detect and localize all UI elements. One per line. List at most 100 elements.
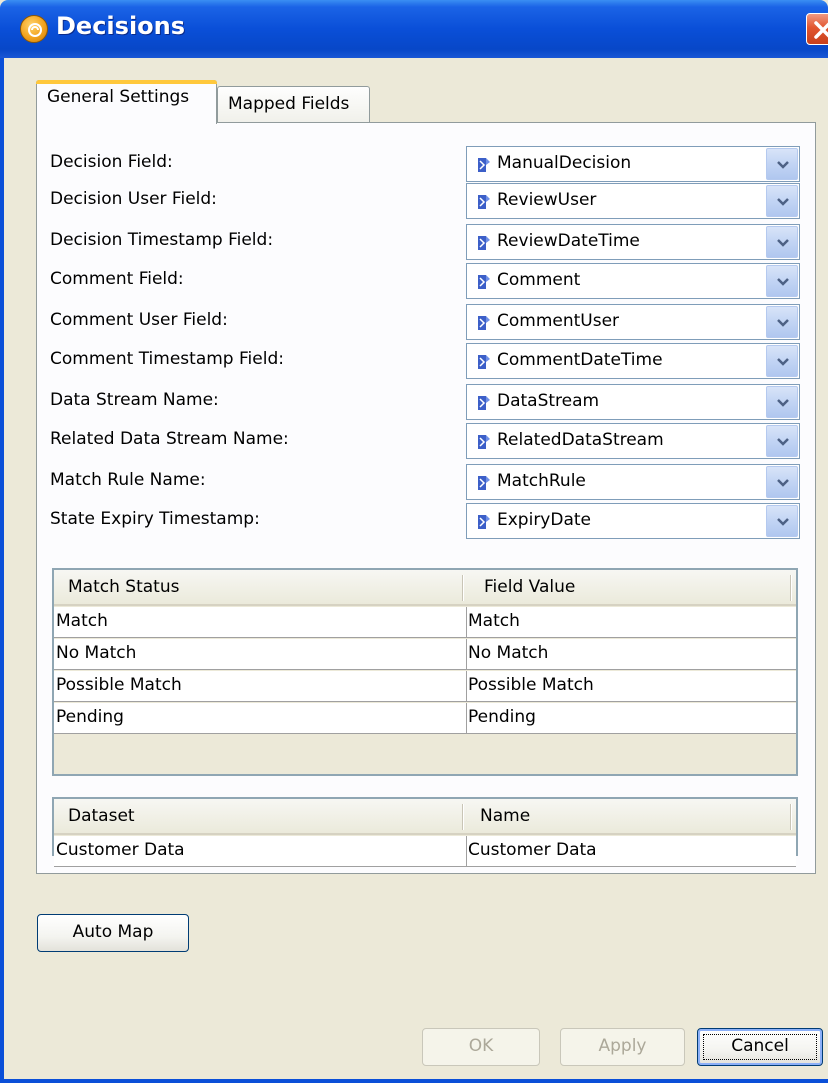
dropdown-button[interactable] <box>766 386 798 418</box>
table-cell[interactable]: No Match <box>468 643 548 663</box>
field-label: State Expiry Timestamp: <box>50 509 260 529</box>
field-icon <box>478 275 490 289</box>
column-header-match-status[interactable]: Match Status <box>68 577 179 597</box>
apply-button[interactable]: Apply <box>560 1028 685 1066</box>
dropdown-button[interactable] <box>766 148 798 180</box>
table-cell[interactable]: Possible Match <box>56 675 182 695</box>
table-row[interactable]: Possible Match Possible Match <box>54 671 796 702</box>
field-select[interactable]: ManualDecision <box>466 146 800 182</box>
field-select-value: RelatedDataStream <box>497 430 664 450</box>
field-row: Match Rule Name: MatchRule <box>50 464 800 500</box>
chevron-down-icon <box>777 518 789 526</box>
table-cell[interactable]: No Match <box>56 643 136 663</box>
close-icon <box>814 21 828 39</box>
dropdown-button[interactable] <box>766 226 798 258</box>
column-divider[interactable] <box>462 575 464 601</box>
table-row[interactable]: Customer Data Customer Data <box>54 836 796 867</box>
field-select-value: MatchRule <box>497 471 586 491</box>
table-cell[interactable]: Pending <box>56 707 124 727</box>
chevron-down-icon <box>777 358 789 366</box>
table-cell[interactable]: Match <box>56 611 108 631</box>
field-select[interactable]: ReviewDateTime <box>466 224 800 260</box>
field-label: Data Stream Name: <box>50 390 219 410</box>
field-icon <box>478 515 490 529</box>
chevron-down-icon <box>777 479 789 487</box>
column-divider[interactable] <box>462 804 464 830</box>
field-row: State Expiry Timestamp: ExpiryDate <box>50 503 800 539</box>
table-row[interactable]: Pending Pending <box>54 703 796 734</box>
grid-header: Match Status Field Value <box>54 570 796 606</box>
cell-divider <box>466 671 467 702</box>
cancel-button[interactable]: Cancel <box>697 1028 823 1066</box>
cell-divider <box>466 703 467 734</box>
window-frame-bottom <box>0 1079 828 1083</box>
table-cell[interactable]: Possible Match <box>468 675 594 695</box>
field-row: Decision Timestamp Field: ReviewDateTime <box>50 224 800 260</box>
table-row[interactable]: No Match No Match <box>54 639 796 670</box>
field-row: Comment Timestamp Field: CommentDateTime <box>50 343 800 379</box>
field-select-value: Comment <box>497 270 581 290</box>
match-status-grid[interactable]: Match Status Field Value Match Match No Ma… <box>52 568 798 776</box>
window-title: Decisions <box>56 12 186 40</box>
field-select[interactable]: Comment <box>466 263 800 299</box>
table-cell[interactable]: Pending <box>468 707 536 727</box>
title-bar[interactable]: Decisions <box>0 0 828 58</box>
field-select-value: DataStream <box>497 391 600 411</box>
app-logo-icon <box>20 15 48 43</box>
field-select[interactable]: CommentDateTime <box>466 343 800 379</box>
field-row: Data Stream Name: DataStream <box>50 384 800 420</box>
table-cell[interactable]: Customer Data <box>56 840 185 860</box>
table-row[interactable]: Match Match <box>54 607 796 638</box>
dataset-grid[interactable]: Dataset Name Customer Data Customer Data <box>52 797 798 867</box>
field-row: Related Data Stream Name: RelatedDataStre… <box>50 423 800 459</box>
dropdown-button[interactable] <box>766 466 798 498</box>
dropdown-button[interactable] <box>766 306 798 338</box>
column-divider[interactable] <box>790 804 792 830</box>
column-header-dataset[interactable]: Dataset <box>68 806 135 826</box>
field-select[interactable]: CommentUser <box>466 304 800 340</box>
dropdown-button[interactable] <box>766 185 798 217</box>
chevron-down-icon <box>777 438 789 446</box>
close-button[interactable] <box>806 13 828 45</box>
dropdown-button[interactable] <box>766 505 798 537</box>
column-header-name[interactable]: Name <box>480 806 530 826</box>
window-frame-left <box>0 58 4 1083</box>
field-label: Decision Field: <box>50 152 173 172</box>
field-select[interactable]: RelatedDataStream <box>466 423 800 459</box>
field-icon <box>478 396 490 410</box>
field-label: Related Data Stream Name: <box>50 429 289 449</box>
field-icon <box>478 236 490 250</box>
field-select[interactable]: ReviewUser <box>466 183 800 219</box>
field-select-value: ReviewUser <box>497 190 597 210</box>
field-select[interactable]: DataStream <box>466 384 800 420</box>
column-divider[interactable] <box>790 575 792 601</box>
field-row: Comment User Field: CommentUser <box>50 304 800 340</box>
field-icon <box>478 355 490 369</box>
chevron-down-icon <box>777 161 789 169</box>
chevron-down-icon <box>777 198 789 206</box>
field-label: Comment Timestamp Field: <box>50 349 284 369</box>
tab-mapped-fields[interactable]: Mapped Fields <box>217 86 370 123</box>
field-icon <box>478 476 490 490</box>
field-select[interactable]: MatchRule <box>466 464 800 500</box>
dropdown-button[interactable] <box>766 425 798 457</box>
table-cell[interactable]: Customer Data <box>468 840 597 860</box>
auto-map-button[interactable]: Auto Map <box>37 914 189 952</box>
field-icon <box>478 316 490 330</box>
tab-label: Mapped Fields <box>228 94 350 114</box>
grid-header: Dataset Name <box>54 799 796 835</box>
field-row: Decision User Field: ReviewUser <box>50 183 800 219</box>
chevron-down-icon <box>777 278 789 286</box>
field-icon <box>478 195 490 209</box>
field-select-value: ExpiryDate <box>497 510 591 530</box>
field-select-value: ReviewDateTime <box>497 231 640 251</box>
tab-general-settings[interactable]: General Settings <box>36 80 217 124</box>
table-cell[interactable]: Match <box>468 611 520 631</box>
field-select[interactable]: ExpiryDate <box>466 503 800 539</box>
dropdown-button[interactable] <box>766 345 798 377</box>
cell-divider <box>466 607 467 638</box>
tab-label: General Settings <box>47 87 190 107</box>
column-header-field-value[interactable]: Field Value <box>484 577 575 597</box>
dropdown-button[interactable] <box>766 265 798 297</box>
ok-button[interactable]: OK <box>422 1028 540 1066</box>
